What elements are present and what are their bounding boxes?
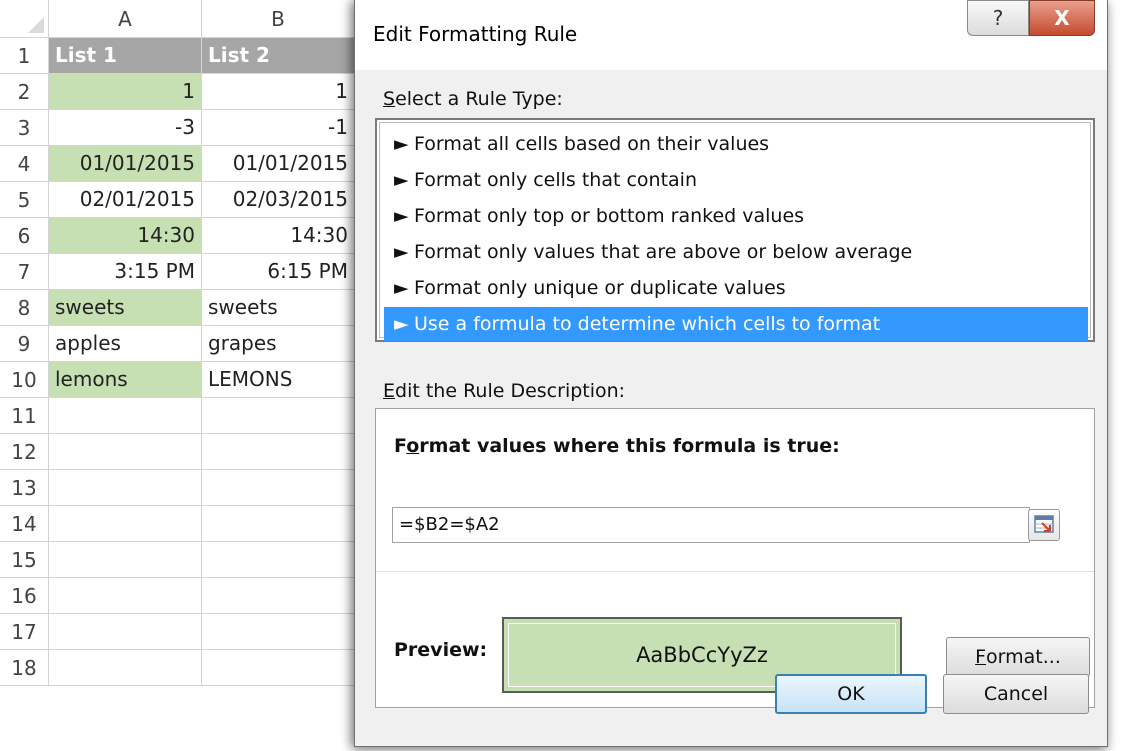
help-button[interactable]: ? (967, 0, 1029, 36)
grid-cell[interactable] (202, 578, 355, 614)
formula-input[interactable]: =$B2=$A2 (392, 507, 1030, 543)
triangle-right-icon: ► (394, 241, 409, 263)
row-header[interactable]: 10 (0, 362, 49, 398)
grid-cell[interactable] (202, 650, 355, 686)
rule-type-item[interactable]: ► Format only values that are above or be… (384, 235, 1088, 269)
grid-cell[interactable]: sweets (202, 290, 355, 326)
row-header[interactable]: 1 (0, 38, 49, 74)
rule-type-item[interactable]: ► Use a formula to determine which cells … (384, 307, 1088, 341)
grid-cell[interactable]: 1 (202, 74, 355, 110)
row-header[interactable]: 12 (0, 434, 49, 470)
rule-type-item[interactable]: ► Format only cells that contain (384, 163, 1088, 197)
rule-type-list-inner: ► Format all cells based on their values ►… (379, 122, 1091, 341)
column-header-b[interactable]: B (202, 0, 355, 38)
description-divider (376, 571, 1094, 572)
grid-cell[interactable]: 01/01/2015 (202, 146, 355, 182)
row-header[interactable]: 4 (0, 146, 49, 182)
grid-cell[interactable]: lemons (49, 362, 202, 398)
row-header[interactable]: 16 (0, 578, 49, 614)
rule-type-label: Use a formula to determine which cells t… (414, 313, 881, 335)
dialog-titlebar[interactable]: Edit Formatting Rule ? X (355, 0, 1107, 70)
grid-cell[interactable] (49, 614, 202, 650)
grid-cell[interactable]: apples (49, 326, 202, 362)
preview-sample-text: AaBbCcYyZz (636, 643, 768, 667)
grid-cell[interactable]: 02/03/2015 (202, 182, 355, 218)
grid-cell[interactable]: LEMONS (202, 362, 355, 398)
grid-cell[interactable]: 6:15 PM (202, 254, 355, 290)
grid-cell[interactable]: 3:15 PM (49, 254, 202, 290)
row-header[interactable]: 14 (0, 506, 49, 542)
select-all-triangle-icon (28, 17, 44, 33)
grid-cell[interactable] (202, 434, 355, 470)
grid-cell[interactable]: grapes (202, 326, 355, 362)
edit-rule-description-label: Edit the Rule Description: (383, 380, 626, 402)
triangle-right-icon: ► (394, 169, 409, 191)
close-icon: X (1054, 6, 1070, 30)
row-header[interactable]: 2 (0, 74, 49, 110)
row-header[interactable]: 17 (0, 614, 49, 650)
dialog-title: Edit Formatting Rule (373, 22, 578, 46)
triangle-right-icon: ► (394, 205, 409, 227)
edit-formatting-rule-dialog: Edit Formatting Rule ? X Select a Rule T… (354, 0, 1108, 747)
grid-cell[interactable] (49, 434, 202, 470)
rule-type-item[interactable]: ► Format only top or bottom ranked values (384, 199, 1088, 233)
grid-cell[interactable]: List 2 (202, 38, 355, 74)
formula-label: Format values where this formula is true… (394, 435, 840, 457)
grid-cell[interactable] (202, 542, 355, 578)
rule-type-label: Format all cells based on their values (414, 133, 770, 155)
grid-cell[interactable] (49, 506, 202, 542)
row-header[interactable]: 15 (0, 542, 49, 578)
grid-cell[interactable]: 14:30 (202, 218, 355, 254)
grid-cell[interactable] (202, 614, 355, 650)
rule-type-label: Format only top or bottom ranked values (414, 205, 805, 227)
column-header-a[interactable]: A (49, 0, 202, 38)
format-button[interactable]: Format... (946, 637, 1090, 677)
rule-type-label: Format only cells that contain (414, 169, 698, 191)
row-header[interactable]: 13 (0, 470, 49, 506)
row-header[interactable]: 9 (0, 326, 49, 362)
grid-cell[interactable]: -1 (202, 110, 355, 146)
collapse-dialog-button[interactable] (1028, 509, 1060, 541)
grid-cell[interactable] (49, 398, 202, 434)
triangle-right-icon: ► (394, 277, 409, 299)
collapse-dialog-icon (1034, 515, 1054, 533)
grid-cell[interactable]: 14:30 (49, 218, 202, 254)
rule-type-item[interactable]: ► Format only unique or duplicate values (384, 271, 1088, 305)
rule-description-panel: Format values where this formula is true… (375, 408, 1095, 708)
triangle-right-icon: ► (394, 313, 409, 335)
grid-cell[interactable] (202, 470, 355, 506)
grid-cell[interactable] (202, 398, 355, 434)
triangle-right-icon: ► (394, 133, 409, 155)
ok-button[interactable]: OK (775, 674, 927, 714)
rule-type-label: Format only unique or duplicate values (414, 277, 786, 299)
help-icon: ? (992, 6, 1004, 30)
row-header[interactable]: 8 (0, 290, 49, 326)
grid-cell[interactable]: 1 (49, 74, 202, 110)
row-header[interactable]: 6 (0, 218, 49, 254)
row-header[interactable]: 18 (0, 650, 49, 686)
grid-cell[interactable]: List 1 (49, 38, 202, 74)
row-header[interactable]: 11 (0, 398, 49, 434)
row-header[interactable]: 3 (0, 110, 49, 146)
grid-cell[interactable]: sweets (49, 290, 202, 326)
grid-cell[interactable] (49, 578, 202, 614)
rule-type-item[interactable]: ► Format all cells based on their values (384, 127, 1088, 161)
row-header[interactable]: 5 (0, 182, 49, 218)
grid-cell[interactable]: 02/01/2015 (49, 182, 202, 218)
grid-cell[interactable]: -3 (49, 110, 202, 146)
cancel-button[interactable]: Cancel (943, 674, 1089, 714)
grid-cell[interactable] (49, 470, 202, 506)
rule-type-list[interactable]: ► Format all cells based on their values ►… (375, 118, 1095, 342)
rule-type-label: Format only values that are above or bel… (414, 241, 913, 263)
grid-cell[interactable] (49, 542, 202, 578)
row-header[interactable]: 7 (0, 254, 49, 290)
grid-cell[interactable] (49, 650, 202, 686)
select-rule-type-label: Select a Rule Type: (383, 88, 563, 110)
grid-cell[interactable] (202, 506, 355, 542)
select-all-corner[interactable] (0, 0, 49, 38)
grid-cell[interactable]: 01/01/2015 (49, 146, 202, 182)
close-button[interactable]: X (1029, 0, 1095, 36)
preview-label: Preview: (394, 639, 488, 661)
